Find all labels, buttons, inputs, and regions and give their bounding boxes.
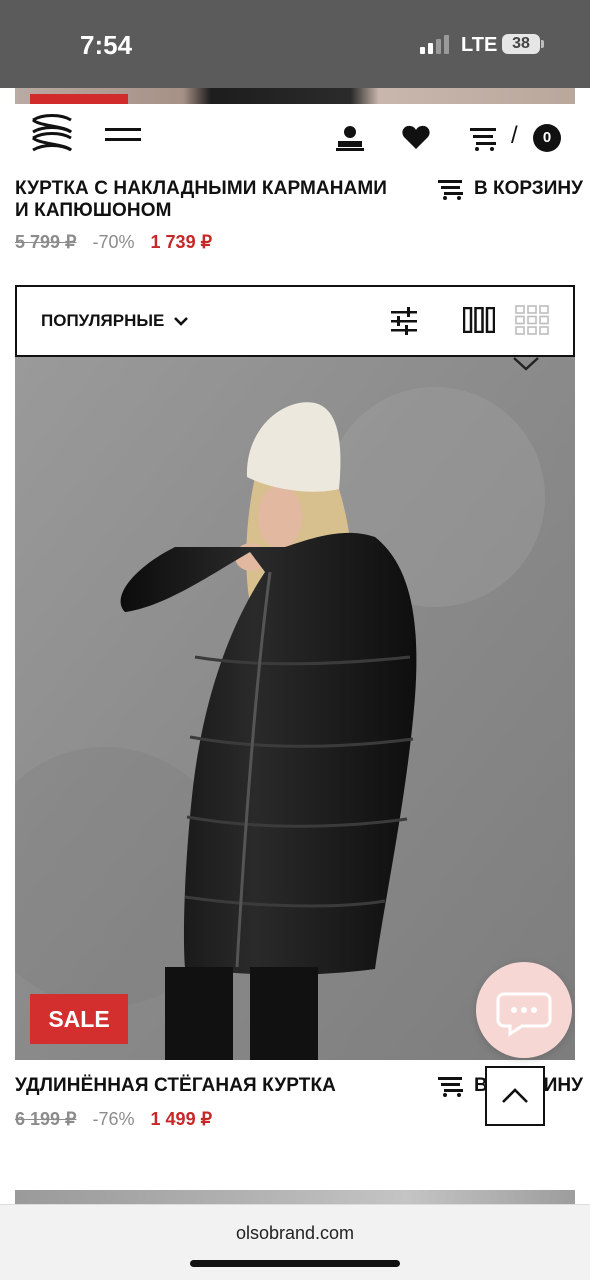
old-price: 6 199 ₽ <box>15 1109 77 1129</box>
battery-indicator: 38 <box>502 34 540 54</box>
cart-icon <box>438 1077 463 1097</box>
toolbar-caret-icon <box>512 356 540 372</box>
product-image[interactable] <box>15 357 575 1060</box>
sort-dropdown[interactable]: ПОПУЛЯРНЫЕ <box>41 311 189 331</box>
network-label: LTE <box>461 34 498 56</box>
heart-icon[interactable] <box>401 122 431 152</box>
discount-label: -70% <box>92 232 135 252</box>
home-indicator[interactable] <box>190 1260 400 1267</box>
url-text: olsobrand.com <box>235 1223 355 1243</box>
chat-button[interactable] <box>476 962 572 1058</box>
filter-icon[interactable] <box>389 307 419 335</box>
chat-icon <box>496 992 552 1037</box>
chevron-down-icon <box>174 317 189 326</box>
product-title[interactable]: КУРТКА С НАКЛАДНЫМИ КАРМАНАМИ И КАПЮШОНО… <box>15 178 405 222</box>
grid-3-icon[interactable] <box>463 307 495 333</box>
add-to-cart-label: В КОРЗИНУ <box>474 178 583 199</box>
grid-9-icon[interactable] <box>515 305 549 335</box>
cart-separator: / <box>511 122 518 149</box>
image-slider-dot[interactable] <box>284 1023 306 1045</box>
cart-icon <box>438 180 463 200</box>
next-product-image[interactable] <box>15 1190 575 1204</box>
product-photo <box>15 357 575 1060</box>
previous-product-image[interactable] <box>15 88 575 104</box>
status-bar: 7:54 LTE 38 <box>0 0 590 88</box>
logo-icon[interactable] <box>29 114 75 156</box>
status-time: 7:54 <box>80 30 133 60</box>
battery-tip <box>541 40 544 48</box>
previous-sale-badge <box>30 94 128 104</box>
product-listing-page: 7:54 LTE 38 / 0 КУРТКА С НАКЛАДНЫМИ КАРМ… <box>0 0 590 1280</box>
user-icon[interactable] <box>335 122 365 152</box>
cart-icon[interactable] <box>468 122 498 152</box>
price-row: 6 199 ₽ -76% 1 499 ₽ <box>15 1109 212 1130</box>
scroll-to-top-button[interactable] <box>485 1066 545 1126</box>
add-to-cart-button[interactable]: В КОРЗИНУ <box>438 178 583 200</box>
signal-icon <box>420 34 450 54</box>
current-price: 1 739 ₽ <box>150 232 213 252</box>
old-price: 5 799 ₽ <box>15 232 77 252</box>
product-title[interactable]: УДЛИНЁННАЯ СТЁГАНАЯ КУРТКА <box>15 1075 405 1097</box>
sort-label: ПОПУЛЯРНЫЕ <box>41 311 165 330</box>
sale-badge: SALE <box>30 994 128 1044</box>
site-header: / 0 <box>15 104 575 172</box>
menu-icon[interactable] <box>105 126 141 148</box>
cart-count-badge[interactable]: 0 <box>533 124 561 152</box>
chevron-up-icon <box>502 1088 528 1103</box>
catalog-toolbar: ПОПУЛЯРНЫЕ <box>15 285 575 357</box>
discount-label: -76% <box>92 1109 135 1129</box>
price-row: 5 799 ₽ -70% 1 739 ₽ <box>15 232 212 253</box>
browser-url-bar[interactable]: olsobrand.com <box>0 1204 590 1280</box>
current-price: 1 499 ₽ <box>150 1109 213 1129</box>
